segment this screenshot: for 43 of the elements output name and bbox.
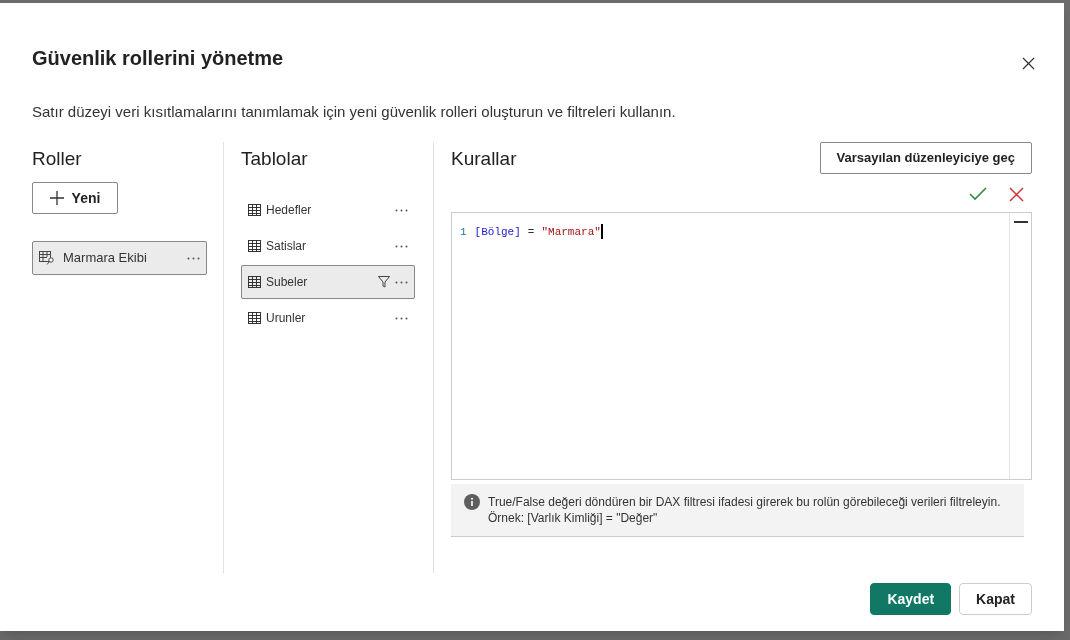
close-button[interactable] — [1020, 55, 1036, 71]
plus-icon — [49, 191, 64, 205]
table-item[interactable]: Subeler — [241, 265, 415, 299]
more-icon[interactable] — [395, 208, 408, 212]
dialog-title: Güvenlik rollerini yönetme — [32, 46, 284, 71]
table-item[interactable]: Urunler — [241, 301, 415, 335]
role-name: Marmara Ekibi — [63, 249, 148, 268]
save-button[interactable]: Kaydet — [870, 583, 952, 615]
table-icon — [248, 312, 261, 324]
info-icon — [464, 493, 480, 510]
table-key-icon — [39, 251, 55, 265]
more-icon[interactable] — [395, 316, 408, 320]
more-icon[interactable] — [395, 280, 408, 284]
hint-text: Örnek: [Varlık Kimliği] = "Değer" — [488, 509, 659, 526]
code-token: [Bölge] — [474, 224, 521, 240]
table-name: Subeler — [266, 274, 309, 291]
close-icon[interactable] — [1009, 186, 1024, 202]
line-number: 1 — [460, 224, 467, 240]
column-heading: Kurallar — [451, 146, 517, 171]
table-icon — [248, 240, 261, 252]
table-item[interactable]: Hedefler — [241, 193, 415, 227]
close-icon — [1021, 56, 1035, 70]
code-editor[interactable]: 1 [Bölge] = "Marmara" — [451, 211, 1032, 480]
hint-text: True/False değeri döndüren bir DAX filtresi ifadesi girerek bu rolün görebileceği verileri filtreleyin. — [488, 493, 1001, 510]
code-token: "Marmara" — [541, 224, 601, 240]
table-name: Urunler — [266, 310, 307, 327]
table-name: Satislar — [266, 238, 307, 255]
filter-icon — [378, 276, 390, 288]
new-role-button[interactable]: Yeni — [32, 182, 118, 214]
table-name: Hedefler — [266, 202, 313, 219]
table-icon — [248, 276, 261, 288]
code-token: = — [527, 224, 535, 240]
check-icon[interactable] — [969, 186, 987, 201]
close-dialog-button[interactable]: Kapat — [959, 583, 1032, 615]
more-icon[interactable] — [395, 244, 408, 248]
role-item[interactable]: Marmara Ekibi — [32, 241, 207, 275]
column-heading: Roller — [32, 146, 83, 171]
table-item[interactable]: Satislar — [241, 229, 415, 263]
table-icon — [248, 204, 261, 216]
dialog-description: Satır düzeyi veri kısıtlamalarını tanımlamak için yeni güvenlik rolleri oluşturun ve filtreleri kullanın. — [32, 102, 677, 122]
column-heading: Tablolar — [241, 146, 309, 171]
switch-editor-button[interactable]: Varsayılan düzenleyiciye geç — [819, 141, 1032, 174]
more-icon[interactable] — [187, 256, 200, 260]
